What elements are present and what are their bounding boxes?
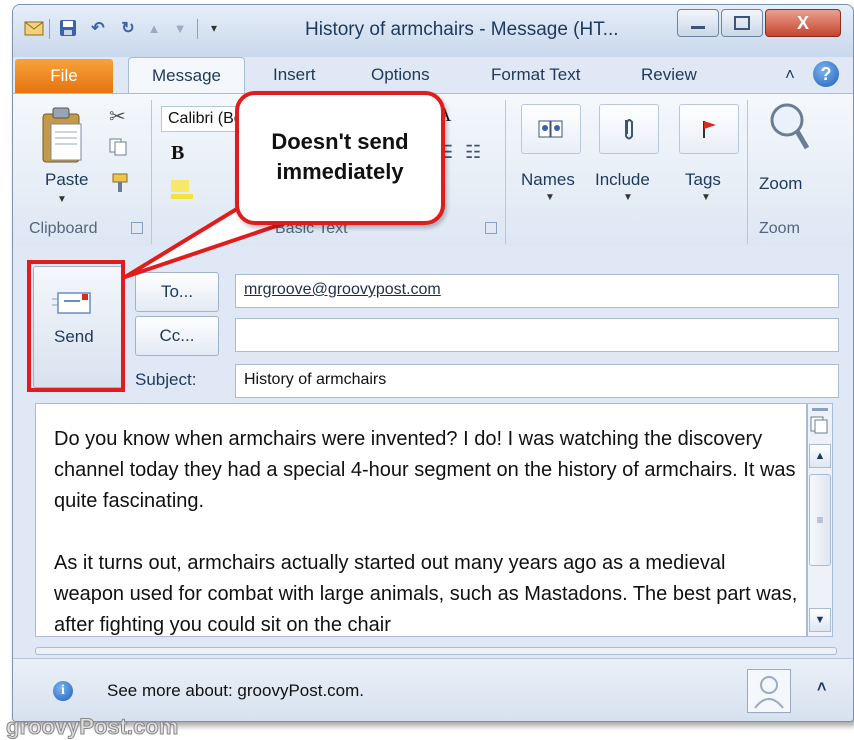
callout-line-2: immediately [276,159,404,184]
watermark: groovyPost.com [5,714,179,740]
callout-bubble: Doesn't send immediately [235,91,445,225]
callout-line-1: Doesn't send [271,129,409,154]
outlook-message-window: ↶ ↻ ▲ ▼ ▾ History of armchairs - Message… [12,4,854,722]
